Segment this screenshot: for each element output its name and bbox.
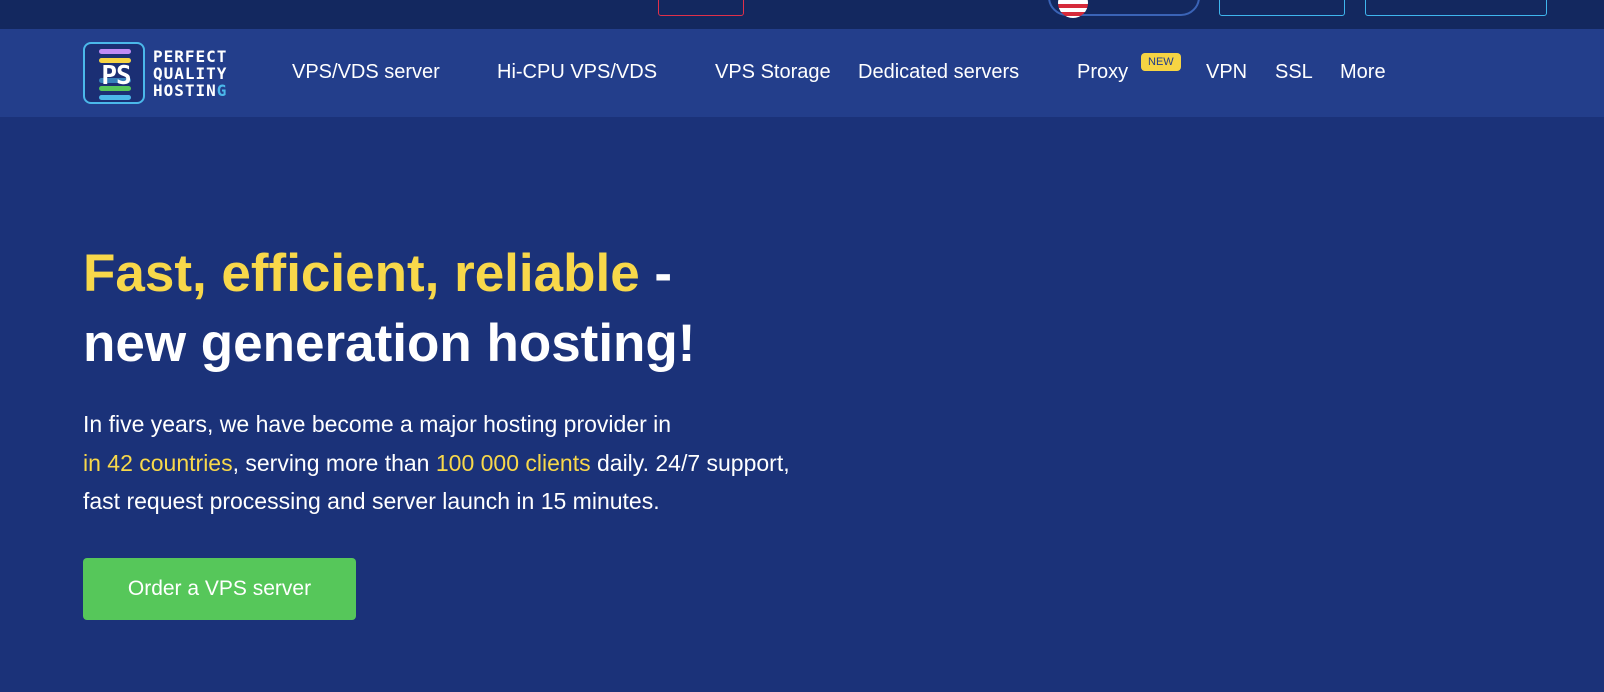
hero-desc-clients: 100 000 clients bbox=[435, 449, 591, 476]
logo-bar bbox=[99, 49, 131, 54]
top-outline-button-1[interactable] bbox=[1219, 0, 1345, 16]
top-link-fragment[interactable] bbox=[390, 0, 430, 4]
hero-title-dash: - bbox=[639, 244, 673, 303]
logo-wordmark: PERFECT QUALITY HOSTING bbox=[153, 48, 227, 99]
nav-item-more[interactable]: More bbox=[1340, 60, 1386, 84]
hero-title-line-2: new generation hosting! bbox=[83, 314, 696, 373]
nav-item-hi-cpu-vps-vds[interactable]: Hi-CPU VPS/VDS bbox=[497, 60, 657, 84]
hero-description: In five years, we have become a major ho… bbox=[83, 405, 843, 521]
hero-title: Fast, efficient, reliable - new generati… bbox=[83, 239, 695, 379]
nav-item-vpn[interactable]: VPN bbox=[1206, 60, 1247, 84]
logo-mark-icon: PS bbox=[83, 42, 145, 104]
nav-item-proxy[interactable]: Proxy bbox=[1077, 60, 1128, 84]
top-outline-button-2[interactable] bbox=[1365, 0, 1547, 16]
logo-line-3-accent: G bbox=[216, 80, 228, 100]
order-vps-button[interactable]: Order a VPS server bbox=[83, 558, 356, 620]
hero-section: Fast, efficient, reliable - new generati… bbox=[0, 117, 1604, 692]
hero-title-highlight: Fast, efficient, reliable bbox=[83, 244, 640, 303]
nav-item-ssl[interactable]: SSL bbox=[1275, 60, 1313, 84]
hero-desc-countries: in 42 countries bbox=[83, 449, 233, 476]
nav-item-vps-storage[interactable]: VPS Storage bbox=[715, 60, 831, 84]
logo-line-3: HOSTIN bbox=[153, 80, 217, 100]
hero-desc-part-2: , serving more than bbox=[232, 449, 436, 476]
main-navbar: PS PERFECT QUALITY HOSTING VPS/VDS serve… bbox=[0, 29, 1604, 117]
top-red-button[interactable] bbox=[658, 0, 744, 16]
nav-item-vps-vds-server[interactable]: VPS/VDS server bbox=[292, 60, 440, 84]
proxy-new-badge: NEW bbox=[1141, 53, 1181, 71]
site-logo[interactable]: PS PERFECT QUALITY HOSTING bbox=[83, 41, 263, 105]
logo-bar bbox=[99, 95, 131, 100]
logo-mark-letters: PS bbox=[101, 61, 131, 91]
hero-desc-part-4: fast request processing and server launc… bbox=[83, 488, 660, 514]
nav-item-dedicated-servers[interactable]: Dedicated servers bbox=[858, 60, 1019, 84]
top-utility-bar bbox=[0, 0, 1604, 29]
language-selector[interactable] bbox=[1048, 0, 1200, 18]
hero-desc-part-1: In five years, we have become a major ho… bbox=[83, 411, 672, 437]
us-flag-icon bbox=[1058, 0, 1088, 18]
hero-desc-part-3: daily. 24/7 support, bbox=[590, 449, 790, 476]
